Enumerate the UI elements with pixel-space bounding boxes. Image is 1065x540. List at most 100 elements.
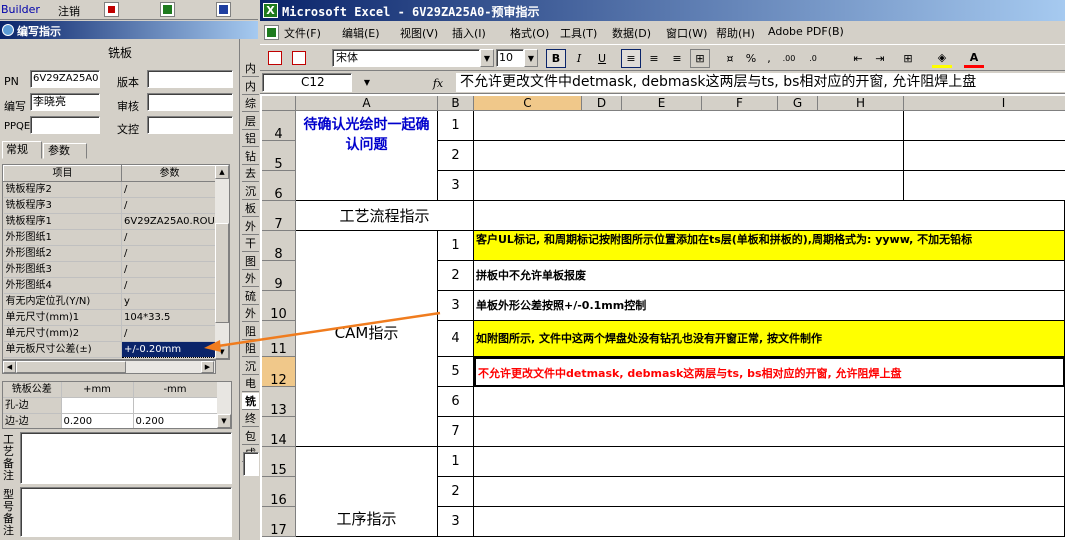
- row-header[interactable]: 11: [262, 321, 296, 357]
- cell-b-num[interactable]: 2: [438, 141, 474, 171]
- side-tab[interactable]: 干: [242, 235, 259, 252]
- tol-scrollbar[interactable]: ▼: [217, 382, 231, 428]
- cam-label[interactable]: CAM指示: [296, 231, 438, 447]
- menu-item[interactable]: 文件(F): [284, 25, 342, 41]
- ppqe-field[interactable]: [30, 116, 100, 134]
- percent-button[interactable]: %: [742, 49, 760, 68]
- menu-item[interactable]: 窗口(W): [666, 25, 716, 41]
- font-size-select[interactable]: 10: [496, 49, 524, 67]
- tol-cell[interactable]: 0.200: [61, 413, 134, 428]
- currency-icon[interactable]: ¤: [720, 49, 740, 68]
- cell-b-num[interactable]: 3: [438, 171, 474, 201]
- row-header[interactable]: 6: [262, 171, 296, 202]
- builder-button[interactable]: Builder: [1, 3, 40, 16]
- param-value[interactable]: 6V29ZA25A0.ROU: [121, 213, 218, 230]
- param-row[interactable]: 外形图纸2/: [3, 245, 218, 262]
- tol-row[interactable]: 边-边 0.200 0.200: [3, 413, 218, 428]
- font-size-dropdown-icon[interactable]: ▼: [524, 49, 538, 67]
- param-row[interactable]: 有无内定位孔(Y/N) y: [3, 293, 218, 310]
- process-title[interactable]: 工艺流程指示: [296, 201, 474, 231]
- cell-content[interactable]: [474, 141, 904, 171]
- side-tab[interactable]: 层: [242, 112, 259, 130]
- row-header[interactable]: 13: [262, 387, 296, 418]
- column-header[interactable]: F: [702, 96, 778, 111]
- param-scrollbar[interactable]: ▲ ▼: [215, 165, 229, 359]
- bold-button[interactable]: B: [546, 49, 566, 68]
- param-row[interactable]: 单元尺寸(mm)1 104*33.5: [3, 309, 218, 326]
- cam-instruction-cell[interactable]: [474, 417, 1065, 447]
- underline-button[interactable]: U: [592, 49, 612, 68]
- col-header-item[interactable]: 项目: [3, 165, 122, 182]
- cell-content[interactable]: [474, 201, 1065, 231]
- column-header[interactable]: G: [778, 96, 818, 111]
- cell-i[interactable]: [904, 171, 1065, 201]
- formula-input[interactable]: 不允许更改文件中detmask, debmask这两层与ts, bs相对应的开窗…: [456, 73, 1065, 92]
- cell-b-num[interactable]: 4: [438, 321, 474, 357]
- param-value[interactable]: 104*33.5: [121, 309, 218, 326]
- pdf-review-icon[interactable]: [292, 51, 306, 65]
- fill-color-icon[interactable]: ◈: [932, 49, 952, 68]
- cell-i[interactable]: [904, 111, 1065, 141]
- merge-center-button[interactable]: ⊞: [690, 49, 710, 68]
- param-value[interactable]: /: [121, 197, 218, 214]
- cell-content[interactable]: [474, 171, 904, 201]
- param-value[interactable]: y: [121, 293, 218, 310]
- control-field[interactable]: [147, 116, 233, 134]
- side-tab[interactable]: 内: [242, 60, 259, 77]
- cell-content[interactable]: [474, 447, 1065, 477]
- proc-label[interactable]: 工序指示: [296, 447, 438, 537]
- param-value[interactable]: /: [121, 181, 218, 198]
- cell-b-num[interactable]: 6: [438, 387, 474, 417]
- param-row[interactable]: 单元尺寸(mm)2/: [3, 325, 218, 342]
- tol-cell[interactable]: [61, 397, 134, 414]
- cam-instruction-cell[interactable]: [474, 387, 1065, 417]
- cell-b-num[interactable]: 1: [438, 447, 474, 477]
- side-tab[interactable]: 沉: [242, 182, 259, 200]
- menu-item[interactable]: 格式(O): [510, 25, 560, 41]
- align-left-button[interactable]: ≡: [621, 49, 641, 68]
- cell-b-num[interactable]: 1: [438, 231, 474, 261]
- side-tab[interactable]: 外: [242, 305, 259, 322]
- tol-header[interactable]: 铣板公差: [3, 382, 62, 398]
- tol-row[interactable]: 孔-边: [3, 397, 218, 414]
- column-header[interactable]: B: [438, 96, 474, 111]
- row-header[interactable]: 12: [262, 357, 296, 388]
- font-color-icon[interactable]: A: [964, 49, 984, 68]
- align-center-button[interactable]: ≡: [644, 49, 664, 68]
- excel-doc-icon[interactable]: [264, 25, 279, 40]
- cell-b-num[interactable]: 2: [438, 261, 474, 291]
- italic-button[interactable]: I: [569, 49, 589, 68]
- param-row[interactable]: 单元板尺寸公差(±) +/-0.20mm: [3, 341, 218, 358]
- side-tab[interactable]: 硫: [242, 287, 259, 305]
- cam-instruction-cell[interactable]: 单板外形公差按照+/-0.1mm控制: [474, 291, 1065, 321]
- increase-decimal-icon[interactable]: .00: [778, 49, 800, 68]
- menu-item[interactable]: 插入(I): [452, 25, 510, 41]
- red-doc-icon[interactable]: [104, 2, 119, 17]
- pn-field[interactable]: 6V29ZA25A0: [30, 70, 100, 88]
- param-value[interactable]: +/-0.20mm: [121, 341, 218, 358]
- tol-cell[interactable]: [133, 397, 218, 414]
- side-tab[interactable]: 去: [242, 165, 259, 182]
- param-row[interactable]: 外形图纸1/: [3, 229, 218, 246]
- cell-content[interactable]: [474, 507, 1065, 537]
- side-tab[interactable]: 综: [242, 95, 259, 112]
- cell-content[interactable]: [474, 111, 904, 141]
- excel-doc-icon[interactable]: [160, 2, 175, 17]
- side-tab[interactable]: 内: [242, 77, 259, 95]
- cell-a-block1[interactable]: 待确认光绘时一起确认问题: [296, 111, 438, 201]
- cam-instruction-cell[interactable]: 不允许更改文件中detmask, debmask这两层与ts, bs相对应的开窗…: [474, 357, 1065, 387]
- row-header[interactable]: 10: [262, 291, 296, 322]
- align-right-button[interactable]: ≡: [667, 49, 687, 68]
- param-row[interactable]: 外形图纸3/: [3, 261, 218, 278]
- param-value[interactable]: /: [121, 261, 218, 278]
- side-tab[interactable]: 图: [242, 252, 259, 270]
- tab-params[interactable]: 参数: [43, 143, 87, 159]
- review-field[interactable]: [147, 93, 233, 111]
- model-note-field[interactable]: [20, 487, 232, 537]
- tab-general[interactable]: 常规: [2, 141, 42, 159]
- menu-item[interactable]: 编辑(E): [342, 25, 400, 41]
- menu-item[interactable]: 工具(T): [560, 25, 612, 41]
- row-header[interactable]: 5: [262, 141, 296, 172]
- decrease-decimal-icon[interactable]: .0: [802, 49, 824, 68]
- pdf-icon[interactable]: [268, 51, 282, 65]
